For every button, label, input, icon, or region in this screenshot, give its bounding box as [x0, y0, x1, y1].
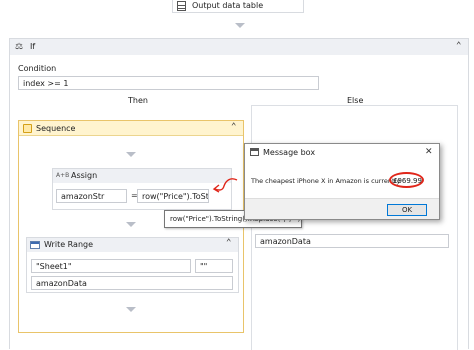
write-range-activity[interactable]: Write Range ⌃ "Sheet1" "" amazonData: [26, 237, 239, 293]
close-icon[interactable]: ✕: [425, 147, 433, 157]
sequence-icon: [23, 124, 32, 133]
sequence-label: Sequence: [36, 124, 76, 133]
write-range-label: Write Range: [44, 240, 94, 249]
collapse-write-range-icon[interactable]: ⌃: [226, 238, 231, 248]
condition-label: Condition: [18, 64, 57, 73]
annotation-arrow-icon: [212, 178, 238, 193]
else-datatable-input[interactable]: amazonData: [255, 234, 449, 248]
excel-icon: [30, 241, 40, 249]
then-label: Then: [128, 96, 148, 105]
connector-arrow-icon: [126, 222, 136, 227]
output-data-table-label: Output data table: [192, 1, 264, 10]
assign-activity[interactable]: A+B Assign amazonStr = row("Price").ToSt…: [52, 168, 232, 210]
condition-input[interactable]: index >= 1: [18, 76, 319, 90]
message-box-window-icon: [250, 148, 259, 156]
connector-arrow-icon: [126, 307, 136, 312]
connector-arrow-icon: [126, 152, 136, 157]
if-icon: ⚖: [15, 42, 24, 52]
assign-icon: A+B: [56, 172, 70, 179]
price-annotation-circle: [389, 172, 424, 188]
if-header: [10, 39, 468, 55]
collapse-sequence-icon[interactable]: ⌃: [231, 122, 236, 132]
assign-label: Assign: [71, 171, 98, 180]
message-box-dialog[interactable]: Message box ✕ The cheapest iPhone X in A…: [244, 143, 440, 220]
connector-arrow-icon: [235, 23, 245, 28]
ok-button-label: OK: [401, 206, 413, 214]
assign-value-input[interactable]: row("Price").ToStrir: [137, 189, 209, 203]
if-label: If: [30, 42, 36, 51]
sheet-name-input[interactable]: "Sheet1": [31, 259, 191, 273]
message-box-title: Message box: [263, 148, 316, 157]
range-input[interactable]: "": [195, 259, 233, 273]
ok-button[interactable]: OK: [387, 204, 427, 216]
assign-to-input[interactable]: amazonStr: [56, 189, 127, 203]
collapse-if-icon[interactable]: ⌃: [456, 41, 461, 51]
message-text: The cheapest iPhone X in Amazon is curre…: [251, 177, 401, 185]
table-icon: [177, 1, 186, 11]
output-data-table-activity[interactable]: Output data table: [172, 0, 304, 13]
datatable-input[interactable]: amazonData: [31, 276, 233, 290]
else-label: Else: [347, 96, 364, 105]
